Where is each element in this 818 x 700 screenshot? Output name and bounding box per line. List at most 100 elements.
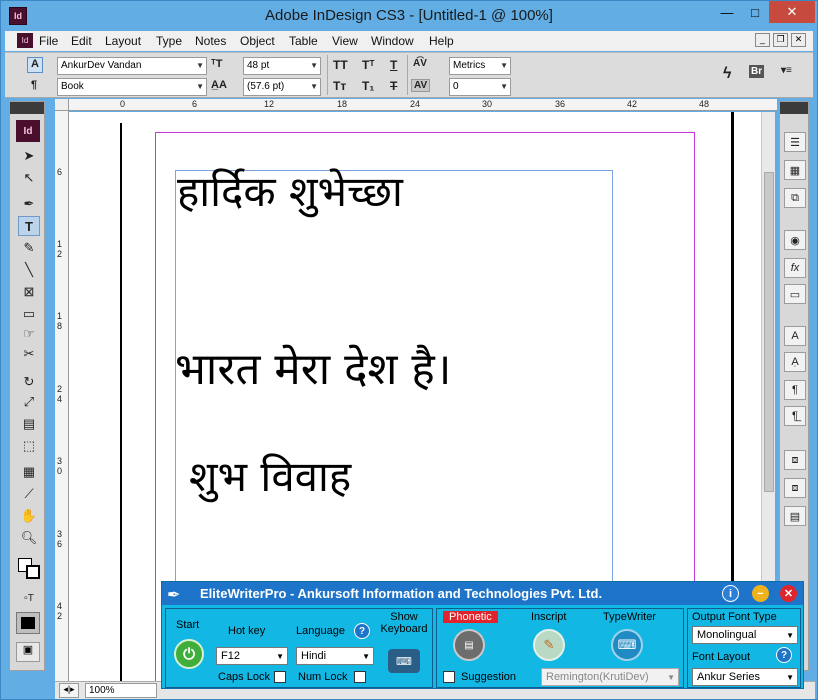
type-tool-icon[interactable]: T xyxy=(18,216,40,236)
strikethrough-icon[interactable]: T xyxy=(390,79,397,93)
hand-tool-icon[interactable]: ✋ xyxy=(18,506,40,526)
inscript-mode-icon[interactable]: ✎ xyxy=(533,629,565,661)
pages-panel-icon[interactable]: ☰ xyxy=(784,132,806,152)
typewriter-mode-icon[interactable]: ⌨ xyxy=(611,629,643,661)
language-select[interactable]: Hindi ▼ xyxy=(296,647,374,665)
paragraph-panel-icon[interactable]: ¶ xyxy=(784,380,806,400)
rectangle-frame-tool-icon[interactable]: ⊠ xyxy=(18,282,40,302)
scissors-tool-icon[interactable]: ✂ xyxy=(18,344,40,364)
menu-notes[interactable]: Notes xyxy=(195,34,226,48)
swatches-panel-icon[interactable]: ◉ xyxy=(784,230,806,250)
menu-table[interactable]: Table xyxy=(289,34,318,48)
rectangle-tool-icon[interactable]: ▭ xyxy=(18,304,40,324)
gradient-tool-icon[interactable]: ▤ xyxy=(18,414,40,434)
phonetic-tab[interactable]: Phonetic xyxy=(443,611,498,623)
doc-minimize-button[interactable]: _ xyxy=(755,33,770,47)
menu-layout[interactable]: Layout xyxy=(105,34,141,48)
power-start-button[interactable]: ⏻ xyxy=(174,639,204,669)
toolbox-header[interactable] xyxy=(10,102,44,114)
font-layout-select[interactable]: Ankur Series ▼ xyxy=(692,668,798,686)
minimize-panel-icon[interactable]: − xyxy=(752,585,769,602)
scrollbar-thumb[interactable] xyxy=(764,172,774,492)
effects-panel-icon[interactable]: fx xyxy=(784,258,806,278)
leading-select[interactable]: (57.6 pt) ▼ xyxy=(243,78,321,96)
rotate-tool-icon[interactable]: ↻ xyxy=(18,372,40,392)
underline-icon[interactable]: T xyxy=(390,58,397,72)
table-panel-icon[interactable]: ▤ xyxy=(784,506,806,526)
superscript-icon[interactable]: Tᵀ xyxy=(362,58,375,72)
zoom-stepper[interactable]: ◂|▸ xyxy=(59,683,79,698)
menu-view[interactable]: View xyxy=(332,34,358,48)
direct-selection-tool-icon[interactable]: ↖ xyxy=(18,168,40,188)
menu-object[interactable]: Object xyxy=(240,34,275,48)
caps-lock-checkbox[interactable] xyxy=(274,671,286,683)
paragraph-formatting-icon[interactable]: ¶ xyxy=(31,79,37,91)
formatting-affects-icon[interactable]: ▫T xyxy=(18,588,40,608)
text-wrap-panel-icon[interactable]: ⧈ xyxy=(784,450,806,470)
font-size-select[interactable]: 48 pt ▼ xyxy=(243,57,321,75)
pencil-tool-icon[interactable]: ✎ xyxy=(18,238,40,258)
menu-edit[interactable]: Edit xyxy=(71,34,92,48)
hindi-text-line-2[interactable]: भारत मेरा देश है। xyxy=(175,337,451,397)
num-lock-checkbox[interactable] xyxy=(354,671,366,683)
menu-window[interactable]: Window xyxy=(371,34,414,48)
close-button[interactable]: ✕ xyxy=(769,1,815,23)
free-transform-tool-icon[interactable]: ⬚ xyxy=(18,436,40,456)
suggestion-checkbox[interactable] xyxy=(443,671,455,683)
bridge-icon[interactable]: Br xyxy=(749,65,765,78)
close-panel-icon[interactable]: ✕ xyxy=(780,585,797,602)
character-panel-icon[interactable]: A xyxy=(784,326,806,346)
character-styles-panel-icon[interactable]: Ạ xyxy=(784,352,806,372)
gradient-panel-icon[interactable]: ▭ xyxy=(784,284,806,304)
panel-dock-header[interactable] xyxy=(780,102,808,114)
links-panel-icon[interactable]: ▦ xyxy=(784,160,806,180)
character-formatting-icon[interactable]: A xyxy=(27,57,43,73)
panel-menu-icon[interactable]: ▾≡ xyxy=(781,65,792,76)
keyboard-icon[interactable]: ⌨ xyxy=(388,649,420,673)
lightning-icon[interactable]: ϟ xyxy=(723,65,731,83)
ruler-origin[interactable] xyxy=(55,99,69,111)
pen-tool-icon[interactable]: ✒ xyxy=(18,194,40,214)
preview-mode-icon[interactable]: ▣ xyxy=(16,642,40,662)
kerning-select[interactable]: Metrics ▼ xyxy=(449,57,511,75)
layers-panel-icon[interactable]: ⧉ xyxy=(784,188,806,208)
horizontal-ruler[interactable]: 0 6 12 18 24 30 36 42 48 xyxy=(69,99,777,111)
selection-tool-icon[interactable]: ➤ xyxy=(18,146,40,166)
stroke-swatch-icon[interactable] xyxy=(26,565,40,579)
info-icon[interactable]: i xyxy=(722,585,739,602)
zoom-tool-icon[interactable]: 🔍︎ xyxy=(18,528,40,548)
font-family-select[interactable]: AnkurDev Vandan ▼ xyxy=(57,57,207,75)
tracking-select[interactable]: 0 ▼ xyxy=(449,78,511,96)
eyedropper-tool-icon[interactable]: ⟋ xyxy=(18,484,40,504)
output-font-type-select[interactable]: Monolingual ▼ xyxy=(692,626,798,644)
small-caps-icon[interactable]: Tт xyxy=(333,79,346,93)
object-styles-panel-icon[interactable]: ⧈ xyxy=(784,478,806,498)
doc-close-button[interactable]: ✕ xyxy=(791,33,806,47)
font-style-select[interactable]: Book ▼ xyxy=(57,78,207,96)
paragraph-styles-panel-icon[interactable]: ¶̲ xyxy=(784,406,806,426)
minimize-button[interactable]: — xyxy=(713,1,741,23)
menu-type[interactable]: Type xyxy=(156,34,182,48)
menu-file[interactable]: File xyxy=(39,34,58,48)
zoom-level-field[interactable]: 100% xyxy=(85,683,157,698)
doc-restore-button[interactable]: ❐ xyxy=(773,33,788,47)
all-caps-icon[interactable]: TT xyxy=(333,58,348,72)
font-layout-help-icon[interactable]: ? xyxy=(776,647,792,663)
vertical-ruler[interactable]: 6 1 2 1 8 2 4 3 0 3 6 4 2 xyxy=(55,111,69,681)
phonetic-mode-icon[interactable]: ▤ xyxy=(453,629,485,661)
language-help-icon[interactable]: ? xyxy=(354,623,370,639)
note-tool-icon[interactable]: ▦ xyxy=(18,462,40,482)
hindi-text-line-3[interactable]: शुभ विवाह xyxy=(189,447,351,504)
document-icon[interactable]: Id xyxy=(17,33,33,48)
subscript-icon[interactable]: T₁ xyxy=(362,79,374,93)
hindi-text-line-1[interactable]: हार्दिक शुभेच्छा xyxy=(177,162,403,219)
typewriter-layout-select[interactable]: Remington(KrutiDev) ▼ xyxy=(541,668,679,686)
button-tool-icon[interactable]: ☞ xyxy=(18,324,40,344)
scale-tool-icon[interactable]: ⤢ xyxy=(18,392,40,412)
line-tool-icon[interactable]: ╲ xyxy=(18,260,40,280)
menu-help[interactable]: Help xyxy=(429,34,454,48)
hotkey-select[interactable]: F12 ▼ xyxy=(216,647,288,665)
elitewriter-titlebar[interactable]: ✒ EliteWriterPro - Ankursoft Information… xyxy=(162,582,803,605)
maximize-button[interactable]: □ xyxy=(741,1,769,23)
normal-view-icon[interactable] xyxy=(16,612,40,634)
